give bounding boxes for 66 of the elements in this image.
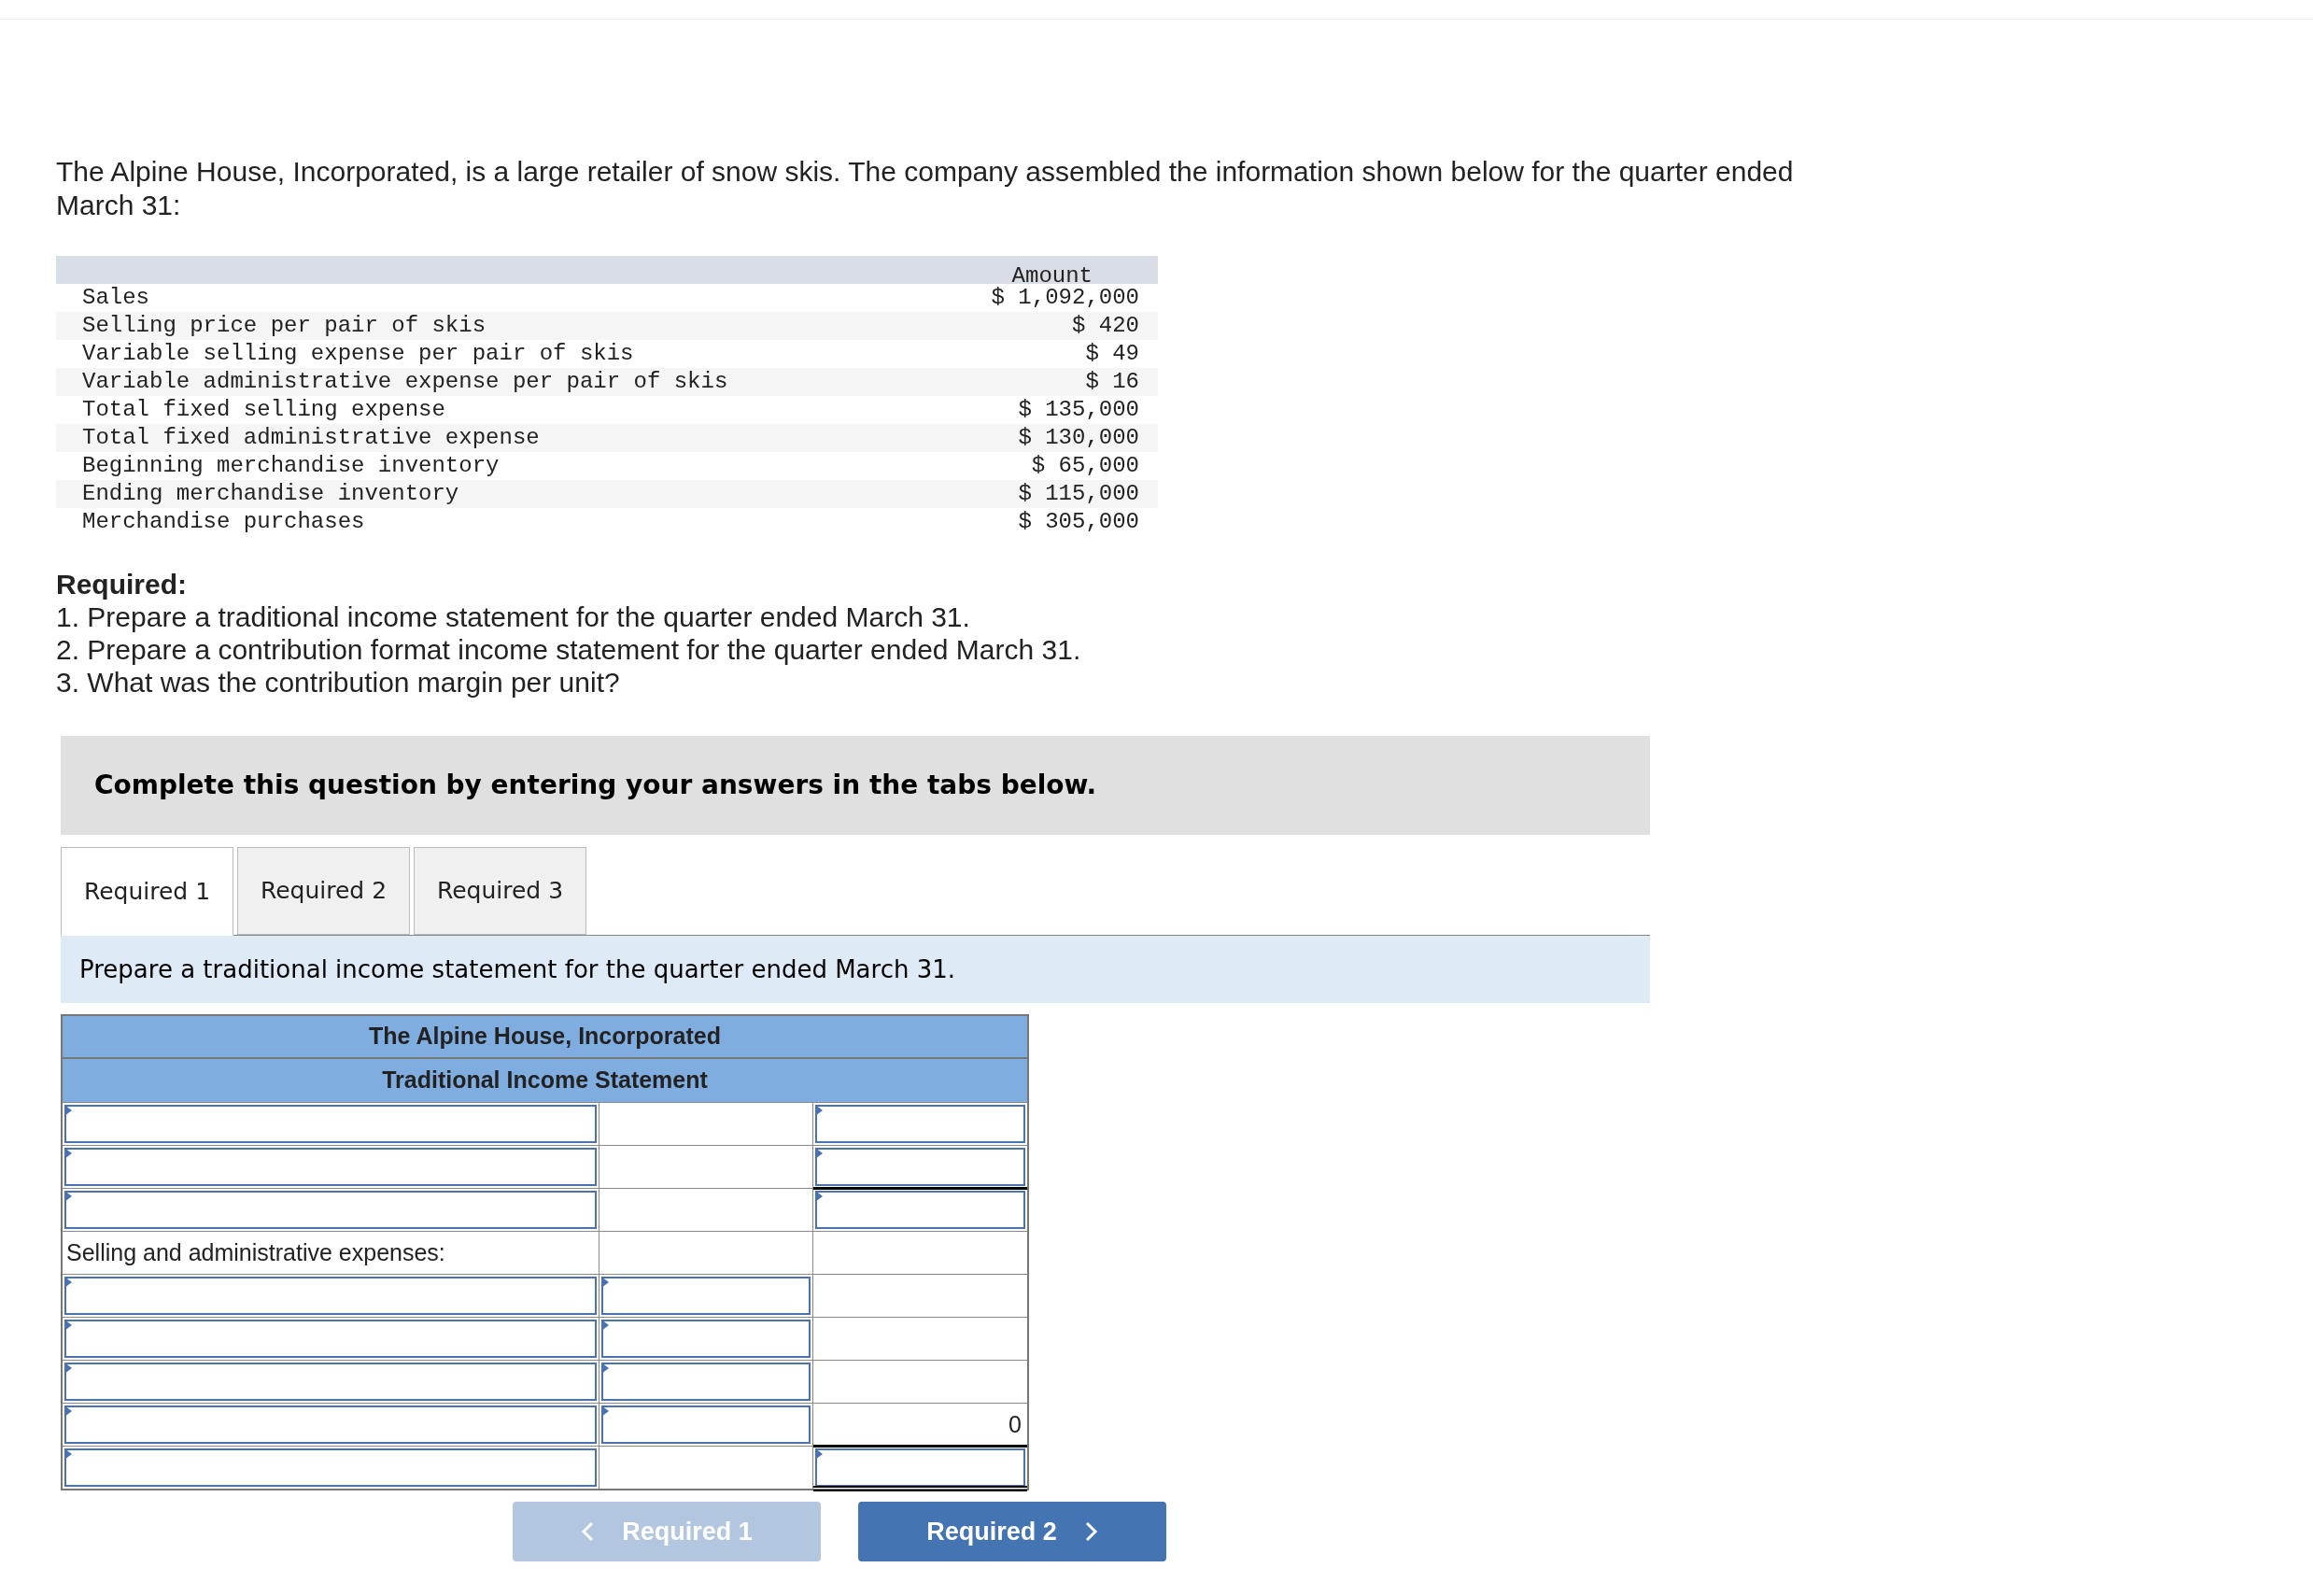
answer-input[interactable]	[814, 1105, 1025, 1143]
row-label: Variable administrative expense per pair of skis	[82, 368, 728, 396]
tab[interactable]: Required 3	[414, 847, 586, 935]
amount-value: $ 305,000	[1018, 508, 1139, 536]
dropdown-marker-icon	[64, 1448, 72, 1460]
answer-input[interactable]	[64, 1148, 597, 1186]
answer-input[interactable]	[64, 1363, 597, 1401]
answer-input[interactable]	[600, 1363, 811, 1401]
dropdown-marker-icon	[814, 1191, 823, 1202]
amount-value: $ 115,000	[1018, 480, 1139, 508]
row-label: Total fixed administrative expense	[82, 424, 540, 452]
dropdown-marker-icon	[814, 1448, 823, 1460]
chevron-right-icon	[1084, 1521, 1098, 1542]
dropdown-marker-icon	[64, 1105, 72, 1116]
dropdown-marker-icon	[64, 1363, 72, 1374]
dropdown-marker-icon	[64, 1320, 72, 1331]
amount-value: $ 65,000	[1031, 452, 1139, 480]
requirement-text: 3. What was the contribution margin per unit?	[56, 666, 621, 699]
dropdown-marker-icon	[600, 1320, 609, 1331]
amount-value: $ 16	[1085, 368, 1139, 396]
statement-subtitle: Traditional Income Statement	[63, 1059, 1027, 1102]
dropdown-marker-icon	[814, 1148, 823, 1159]
instruction-text: Prepare a traditional income statement for the quarter ended March 31.	[79, 953, 956, 985]
answer-input[interactable]	[64, 1191, 597, 1229]
dropdown-marker-icon	[814, 1105, 823, 1116]
answer-input[interactable]	[64, 1105, 597, 1143]
answer-input[interactable]	[814, 1148, 1025, 1186]
chevron-left-icon	[581, 1521, 595, 1542]
answer-input[interactable]	[64, 1320, 597, 1358]
answer-input[interactable]	[814, 1448, 1025, 1487]
dropdown-marker-icon	[64, 1191, 72, 1202]
banner-text: Complete this question by entering your answers in the tabs below.	[94, 769, 1097, 802]
statement-title: The Alpine House, Incorporated	[63, 1016, 1027, 1059]
tab[interactable]: Required 2	[237, 847, 410, 935]
tab[interactable]: Required 1	[61, 847, 233, 936]
dropdown-marker-icon	[64, 1148, 72, 1159]
requirement-text: 1. Prepare a traditional income statement for the quarter ended March 31.	[56, 600, 971, 633]
dropdown-marker-icon	[600, 1405, 609, 1417]
answer-input[interactable]	[600, 1405, 811, 1444]
answer-input[interactable]	[64, 1277, 597, 1315]
answer-input[interactable]	[64, 1448, 597, 1487]
answer-input[interactable]	[814, 1191, 1025, 1229]
answer-input[interactable]	[600, 1320, 811, 1358]
dropdown-marker-icon	[64, 1277, 72, 1288]
requirement-text: 2. Prepare a contribution format income statement for the quarter ended March 31.	[56, 633, 1082, 666]
dropdown-marker-icon	[600, 1363, 609, 1374]
answer-input[interactable]	[600, 1277, 811, 1315]
row-label: Sales	[82, 284, 149, 312]
total-value: 0	[1008, 1409, 1022, 1439]
dropdown-marker-icon	[600, 1277, 609, 1288]
intro-paragraph: The Alpine House, Incorporated, is a large retailer of snow skis. The company assembled the information shown below for the quarter ended March 31:	[56, 155, 1795, 222]
row-label: Selling and administrative expenses:	[66, 1237, 445, 1267]
required-heading: Required:	[56, 568, 188, 600]
row-label: Ending merchandise inventory	[82, 480, 459, 508]
row-label: Variable selling expense per pair of skis	[82, 340, 634, 368]
row-label: Selling price per pair of skis	[82, 312, 487, 340]
amount-value: $ 135,000	[1018, 396, 1139, 424]
next-button[interactable]: Required 2	[858, 1502, 1166, 1561]
row-label: Merchandise purchases	[82, 508, 365, 536]
amount-value: $ 49	[1085, 340, 1139, 368]
dropdown-marker-icon	[64, 1405, 72, 1417]
row-label: Total fixed selling expense	[82, 396, 445, 424]
row-label: Beginning merchandise inventory	[82, 452, 500, 480]
answer-input[interactable]	[64, 1405, 597, 1444]
amount-value: $ 420	[1072, 312, 1139, 340]
amount-value: $ 130,000	[1018, 424, 1139, 452]
